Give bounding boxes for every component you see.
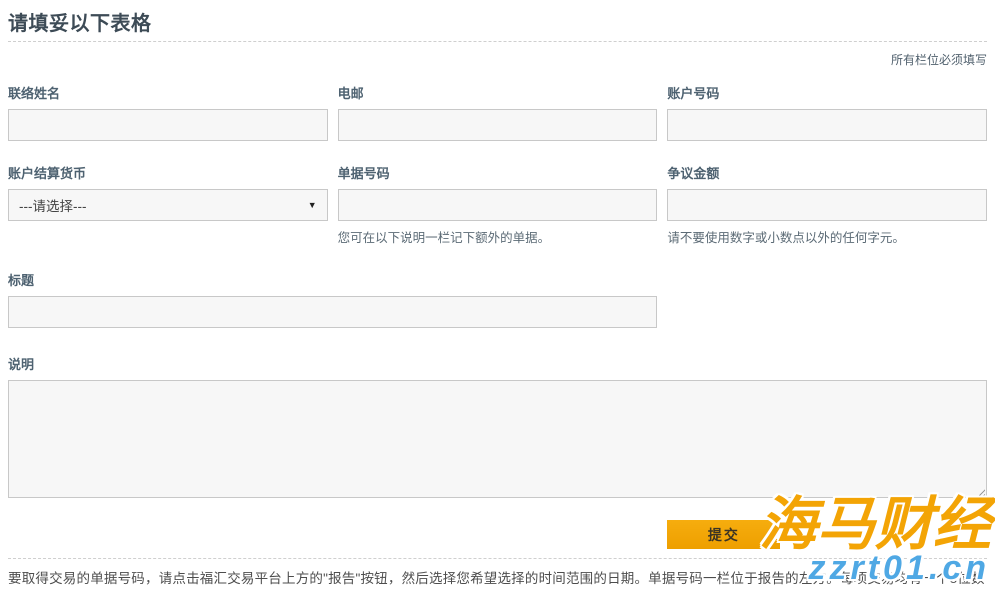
contact-name-input[interactable] [8, 109, 328, 141]
form-row-1: 联络姓名 电邮 账户号码 [8, 83, 987, 141]
field-contact-name: 联络姓名 [8, 83, 328, 141]
ticket-number-input[interactable] [338, 189, 658, 221]
email-label: 电邮 [338, 83, 658, 102]
field-ticket-number: 单据号码 您可在以下说明一栏记下额外的单据。 [338, 163, 658, 246]
dispute-amount-helper: 请不要使用数字或小数点以外的任何字元。 [667, 227, 987, 246]
footer-instructions: 要取得交易的单据号码，请点击福汇交易平台上方的"报告"按钮，然后选择您希望选择的… [8, 568, 987, 591]
field-description: 说明 [8, 354, 987, 503]
chevron-down-icon: ▼ [308, 200, 317, 210]
field-account-number: 账户号码 [667, 83, 987, 141]
ticket-number-label: 单据号码 [338, 163, 658, 182]
field-subject: 标题 [8, 270, 657, 328]
email-input[interactable] [338, 109, 658, 141]
title-divider [8, 41, 987, 42]
form-row-3: 标题 [8, 270, 987, 328]
required-note: 所有栏位必须填写 [8, 51, 987, 68]
page-title: 请填妥以下表格 [8, 0, 987, 36]
footer-divider [8, 558, 987, 559]
form-row-4: 说明 [8, 354, 987, 503]
description-label: 说明 [8, 354, 987, 373]
field-account-currency: 账户结算货币 ---请选择--- ▼ [8, 163, 328, 246]
ticket-number-helper: 您可在以下说明一栏记下额外的单据。 [338, 227, 658, 246]
subject-label: 标题 [8, 270, 657, 289]
dispute-amount-input[interactable] [667, 189, 987, 221]
dispute-amount-label: 争议金额 [667, 163, 987, 182]
submit-button[interactable]: 提交 [667, 520, 780, 549]
form-page: 请填妥以下表格 所有栏位必须填写 联络姓名 电邮 账户号码 账户结算货币 ---… [0, 0, 995, 591]
subject-input[interactable] [8, 296, 657, 328]
submit-row: 提交 [8, 520, 987, 549]
contact-name-label: 联络姓名 [8, 83, 328, 102]
form-row-2: 账户结算货币 ---请选择--- ▼ 单据号码 您可在以下说明一栏记下额外的单据… [8, 163, 987, 246]
account-currency-label: 账户结算货币 [8, 163, 328, 182]
field-email: 电邮 [338, 83, 658, 141]
account-currency-select[interactable]: ---请选择--- ▼ [8, 189, 328, 221]
description-textarea[interactable] [8, 380, 987, 498]
account-number-label: 账户号码 [667, 83, 987, 102]
account-currency-selected-value: ---请选择--- [19, 195, 86, 215]
field-dispute-amount: 争议金额 请不要使用数字或小数点以外的任何字元。 [667, 163, 987, 246]
account-number-input[interactable] [667, 109, 987, 141]
